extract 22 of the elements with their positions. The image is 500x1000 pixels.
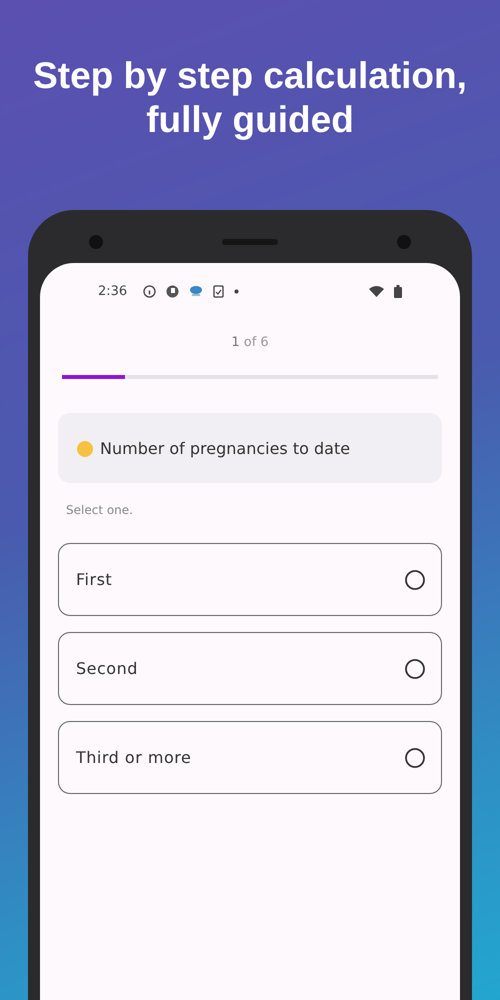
radio-button[interactable] — [405, 570, 425, 590]
camera-icon — [396, 234, 412, 250]
app-icon — [166, 284, 180, 298]
emoji-icon — [76, 439, 94, 457]
option-button[interactable]: Second — [58, 632, 442, 705]
question-text: Number of pregnancies to date — [100, 438, 350, 458]
info-icon — [143, 284, 156, 298]
headline: Step by step calculation, fully guided — [32, 54, 468, 142]
cloud-icon — [189, 285, 204, 297]
option-button[interactable]: First — [58, 543, 442, 616]
wifi-icon — [369, 286, 384, 296]
radio-button[interactable] — [405, 748, 425, 768]
battery-icon — [394, 284, 402, 298]
option-button[interactable]: Third or more — [58, 721, 442, 794]
status-time: 2:36 — [98, 284, 128, 298]
step-counter: 1 of 6 — [230, 335, 270, 350]
hint-text: Select one. — [66, 503, 134, 517]
checklist-icon — [213, 284, 224, 298]
camera-icon — [88, 234, 104, 250]
dot-icon — [234, 288, 240, 294]
radio-button[interactable] — [405, 658, 425, 678]
speaker-icon — [222, 238, 278, 244]
